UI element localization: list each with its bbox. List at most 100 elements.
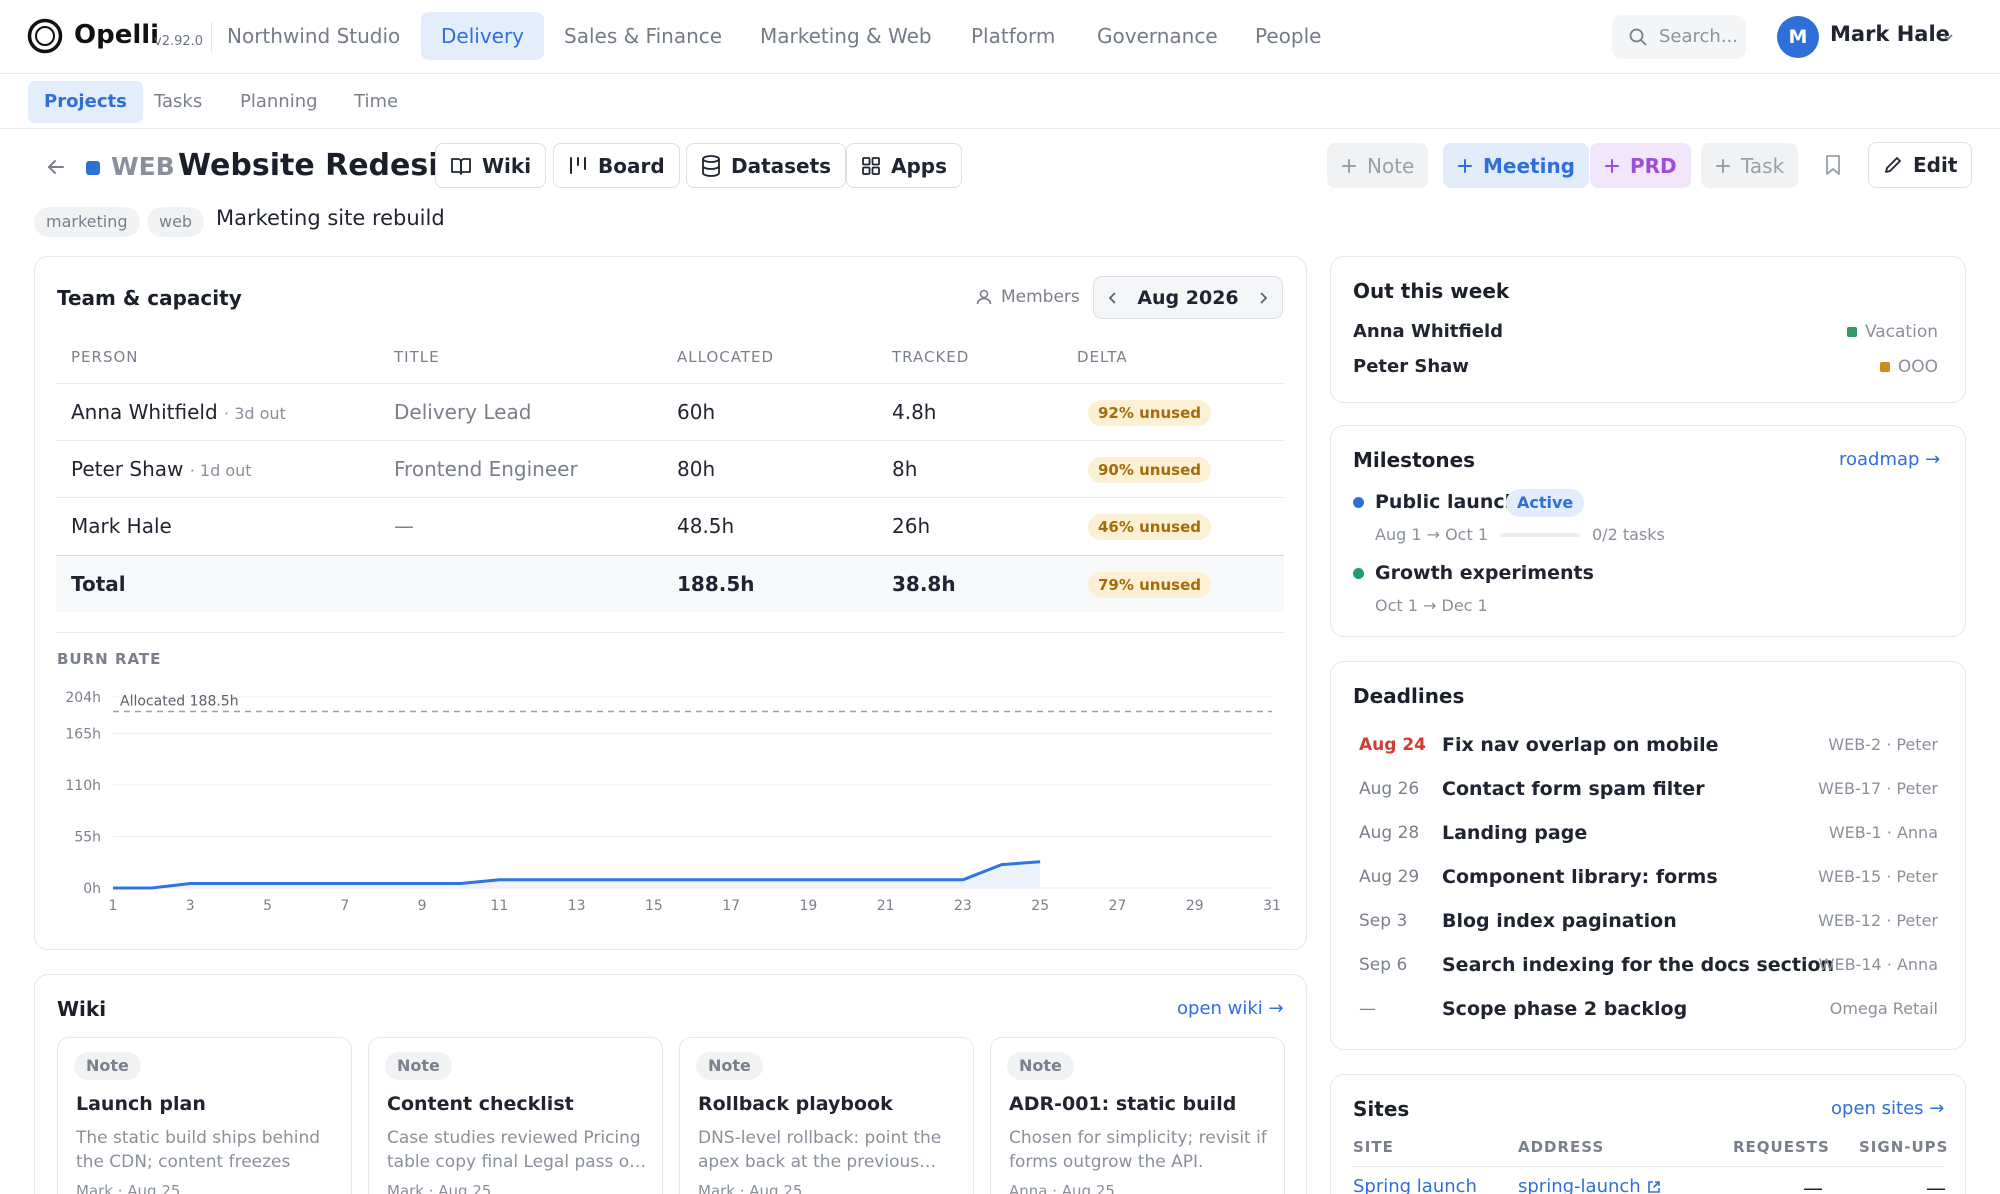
person-name: Mark Hale	[71, 514, 172, 538]
col-signups[interactable]: SIGN-UPS	[1859, 1138, 1948, 1156]
board-link-button[interactable]: Board	[553, 143, 680, 188]
chevron-right-icon[interactable]	[1256, 290, 1270, 306]
person-name: Peter Shaw	[71, 457, 184, 481]
nav-item-marketing-web[interactable]: Marketing & Web	[740, 12, 952, 60]
col-requests[interactable]: REQUESTS	[1733, 1138, 1830, 1156]
col-title[interactable]: TITLE	[394, 348, 440, 366]
back-arrow-icon[interactable]	[45, 156, 67, 178]
col-delta[interactable]: DELTA	[1077, 348, 1128, 366]
external-link-icon	[1647, 1180, 1660, 1193]
table-row-person[interactable]: Mark Hale	[71, 514, 172, 538]
delta-badge: 90% unused	[1088, 457, 1212, 483]
roadmap-link[interactable]: roadmap →	[1839, 449, 1940, 470]
opelli-logo-icon[interactable]	[27, 18, 63, 54]
add-meeting-button[interactable]: Meeting	[1443, 143, 1590, 188]
user-name[interactable]: Mark Hale	[1830, 22, 1950, 46]
wiki-note-card[interactable]: Note Content checklist Case studies revi…	[368, 1037, 663, 1194]
deadline-meta: WEB-12 · Peter	[1818, 911, 1938, 930]
note-excerpt: The static build ships behind the CDN; c…	[76, 1128, 321, 1172]
wiki-note-card[interactable]: Note Launch plan The static build ships …	[57, 1037, 352, 1194]
milestone-dot	[1353, 568, 1364, 579]
tag-web[interactable]: web	[147, 207, 205, 237]
note-meta: Mark · Aug 25	[387, 1182, 492, 1194]
x-tick-label: 23	[954, 898, 972, 914]
tag-marketing[interactable]: marketing	[34, 207, 140, 237]
add-task-button[interactable]: Task	[1701, 143, 1799, 188]
add-prd-button[interactable]: PRD	[1590, 143, 1691, 188]
apps-link-button[interactable]: Apps	[846, 143, 963, 188]
deadline-title[interactable]: Search indexing for the docs section	[1442, 954, 1834, 976]
search-icon	[1629, 28, 1647, 46]
nav-item-governance[interactable]: Governance	[1077, 12, 1238, 60]
wiki-note-card[interactable]: Note ADR-001: static build Chosen for si…	[990, 1037, 1285, 1194]
note-title: ADR-001: static build	[1009, 1093, 1237, 1115]
total-allocated: 188.5h	[677, 572, 755, 596]
edit-button[interactable]: Edit	[1868, 142, 1973, 188]
table-row-person[interactable]: Anna Whitfield · 3d out	[71, 400, 286, 424]
members-button[interactable]: Members	[975, 287, 1080, 307]
total-label: Total	[71, 572, 126, 596]
open-wiki-link[interactable]: open wiki →	[1177, 998, 1284, 1019]
nav-item-sales-finance[interactable]: Sales & Finance	[544, 12, 742, 60]
nav-item-platform[interactable]: Platform	[951, 12, 1075, 60]
workspace-switcher[interactable]: Northwind Studio	[207, 12, 420, 60]
y-tick-label: 204h	[65, 690, 101, 706]
note-tag: Note	[74, 1052, 141, 1080]
out-this-week-title: Out this week	[1353, 279, 1510, 303]
allocated-reference-label: Allocated 188.5h	[120, 694, 239, 710]
apps-link-label: Apps	[891, 153, 948, 178]
nav-item-delivery[interactable]: Delivery	[421, 12, 545, 60]
deadline-title[interactable]: Blog index pagination	[1442, 910, 1677, 932]
datasets-link-button[interactable]: Datasets	[686, 143, 847, 188]
x-tick-label: 5	[263, 898, 272, 914]
deadline-meta: WEB-1 · Anna	[1828, 823, 1938, 842]
table-row-person[interactable]: Peter Shaw · 1d out	[71, 457, 252, 481]
top-nav-bar: Opelli v2.92.0 Northwind Studio Delivery…	[0, 0, 2000, 74]
col-site[interactable]: SITE	[1353, 1138, 1394, 1156]
deadline-meta: Omega Retail	[1829, 999, 1938, 1018]
site-address-link[interactable]: spring-launch	[1518, 1176, 1661, 1194]
col-tracked[interactable]: TRACKED	[892, 348, 969, 366]
col-person[interactable]: PERSON	[71, 348, 139, 366]
database-icon	[702, 154, 720, 177]
bookmark-icon[interactable]	[1823, 154, 1843, 176]
status-dot	[1846, 327, 1857, 337]
tab-planning[interactable]: Planning	[224, 81, 334, 123]
deadline-date: —	[1359, 999, 1376, 1019]
deadline-title[interactable]: Scope phase 2 backlog	[1442, 998, 1687, 1020]
out-person-name[interactable]: Peter Shaw	[1353, 356, 1469, 377]
deadline-date: Aug 28	[1359, 823, 1420, 843]
milestone-name[interactable]: Growth experiments	[1375, 562, 1594, 584]
deadlines-title: Deadlines	[1353, 684, 1465, 708]
chevron-down-icon[interactable]	[1941, 30, 1955, 44]
delta-badge: 46% unused	[1088, 514, 1212, 540]
tab-projects[interactable]: Projects	[28, 81, 143, 123]
out-person-name[interactable]: Anna Whitfield	[1353, 321, 1503, 342]
site-name-link[interactable]: Spring launch	[1353, 1176, 1477, 1194]
add-prd-label: PRD	[1630, 153, 1677, 178]
col-address[interactable]: ADDRESS	[1518, 1138, 1604, 1156]
deadline-title[interactable]: Landing page	[1442, 822, 1587, 844]
milestone-tasks: 0/2 tasks	[1592, 525, 1665, 544]
open-sites-link[interactable]: open sites →	[1831, 1098, 1944, 1119]
wiki-note-card[interactable]: Note Rollback playbook DNS-level rollbac…	[679, 1037, 974, 1194]
allocated-value: 80h	[677, 457, 716, 481]
deadline-meta: WEB-17 · Peter	[1818, 779, 1938, 798]
deadline-title[interactable]: Component library: forms	[1442, 866, 1718, 888]
note-excerpt: DNS-level rollback: point the apex back …	[698, 1128, 942, 1172]
brand-name[interactable]: Opelli	[74, 20, 159, 50]
deadline-title[interactable]: Contact form spam filter	[1442, 778, 1705, 800]
col-allocated[interactable]: ALLOCATED	[677, 348, 774, 366]
search-input[interactable]: Search...	[1612, 15, 1746, 59]
nav-item-people[interactable]: People	[1235, 12, 1341, 60]
divider	[56, 440, 1284, 441]
tracked-value: 4.8h	[892, 400, 937, 424]
tab-tasks[interactable]: Tasks	[138, 81, 218, 123]
milestone-name[interactable]: Public launch	[1375, 491, 1518, 513]
tab-time[interactable]: Time	[338, 81, 414, 123]
month-picker: Aug 2026	[1093, 276, 1283, 319]
deadline-title[interactable]: Fix nav overlap on mobile	[1442, 734, 1719, 756]
avatar[interactable]: M	[1777, 16, 1819, 58]
wiki-link-button[interactable]: Wiki	[435, 143, 547, 188]
add-note-button[interactable]: Note	[1327, 143, 1429, 188]
